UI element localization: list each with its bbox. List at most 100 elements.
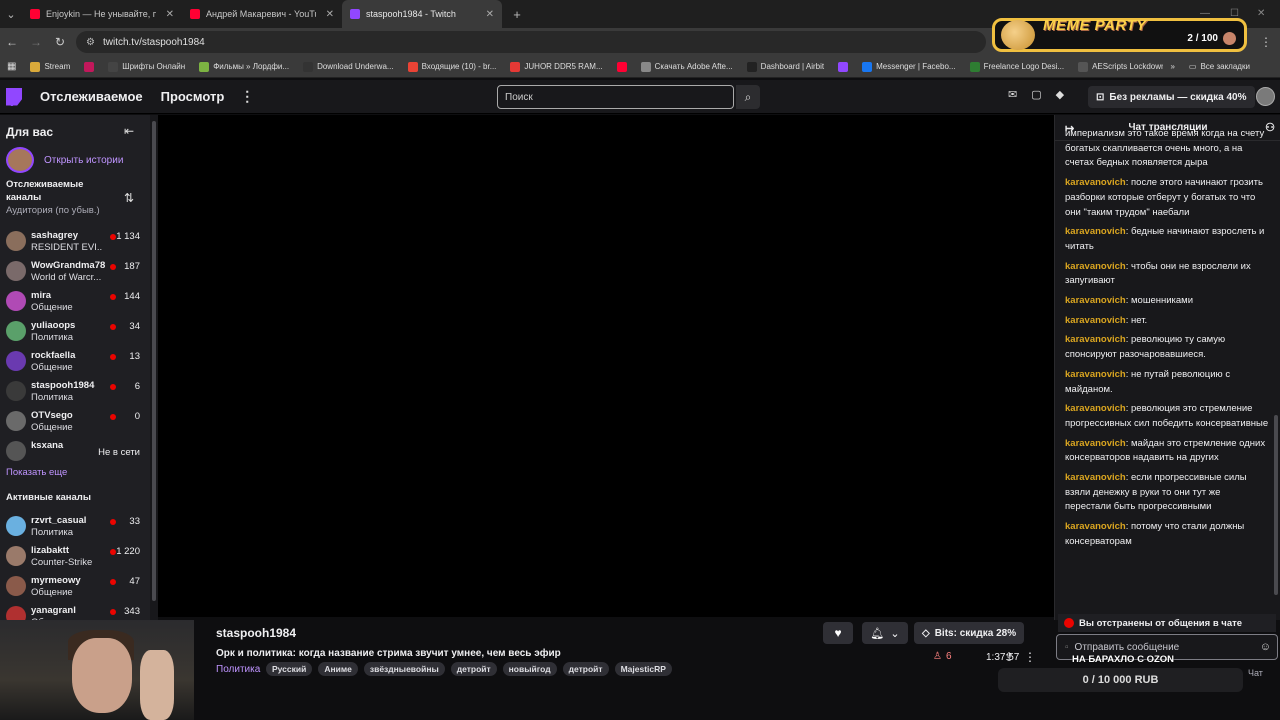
video-player[interactable] <box>158 115 1054 617</box>
sidebar-channel[interactable]: staspooh1984 Политика 6 <box>6 377 146 405</box>
reload-icon[interactable]: ↻ <box>48 35 72 49</box>
menu-kebab-icon[interactable]: ⋮ <box>1254 35 1278 49</box>
bookmark-favicon-icon <box>838 61 849 72</box>
stream-tag[interactable]: Русский <box>266 662 313 676</box>
all-bookmarks[interactable]: ▭ Все закладки <box>1182 62 1257 71</box>
sidebar-channel[interactable]: yanagranlОбщение 343 <box>6 602 146 620</box>
search-icon: ⌕ <box>744 89 752 104</box>
follow-button[interactable]: ♥ <box>823 622 853 644</box>
bookmark-item[interactable] <box>610 61 634 72</box>
bookmark-item[interactable]: AEScripts Lockdown... <box>1071 61 1163 72</box>
collapse-sidebar-icon[interactable]: ⇤ <box>124 124 134 138</box>
sidebar-scroll-thumb[interactable] <box>152 121 156 601</box>
forward-icon[interactable]: → <box>24 35 48 49</box>
bookmark-item[interactable]: Скачать Adobe Afte... <box>634 61 740 72</box>
chevron-down-icon: ⌄ <box>890 627 900 640</box>
close-tab-icon[interactable]: ✕ <box>326 9 334 20</box>
browser-tab[interactable]: staspooh1984 - Twitch ✕ <box>342 0 502 28</box>
stream-category[interactable]: Политика <box>216 664 260 675</box>
sidebar-channel[interactable]: lizabaktt Counter-Strike 1 220 <box>6 542 146 570</box>
more-options-icon[interactable]: ⋮ <box>1024 650 1036 664</box>
nav-following[interactable]: Отслеживаемое <box>40 89 143 104</box>
more-icon[interactable]: ⋮ <box>240 88 254 105</box>
search-button[interactable]: ⌕ <box>736 85 760 109</box>
share-icon[interactable]: ⇪ <box>1004 650 1014 664</box>
chat-scrollbar[interactable] <box>1274 415 1278 595</box>
sidebar-channel[interactable]: OTVsego Общение 0 <box>6 407 146 435</box>
user-avatar[interactable] <box>1256 87 1275 106</box>
stream-tag[interactable]: детройт <box>450 662 497 676</box>
bookmark-item[interactable]: Messenger | Facebo... <box>855 61 962 72</box>
chat-username[interactable]: karavanovich <box>1065 369 1126 380</box>
notifications-icon[interactable]: ◆ <box>1056 88 1064 101</box>
bookmark-item[interactable]: Dashboard | Airbit <box>740 61 831 72</box>
sidebar-channel[interactable]: ksxana Не в сети <box>6 437 146 465</box>
bookmark-item[interactable] <box>77 61 101 72</box>
stream-tag[interactable]: звёздныевойны <box>363 662 445 676</box>
sidebar-channel[interactable]: WowGrandma78 World of Warcr... 187 <box>6 257 146 285</box>
sidebar-channel[interactable]: yuliaoops Политика 34 <box>6 317 146 345</box>
bookmark-item[interactable]: Stream <box>23 61 77 72</box>
sidebar-channel[interactable]: mira Общение 144 <box>6 287 146 315</box>
browser-tab[interactable]: Enjoykin — Не унывайте, пац... ✕ <box>22 0 182 28</box>
chat-username[interactable]: karavanovich <box>1065 295 1126 306</box>
bookmark-item[interactable]: Download Underwa... <box>296 61 400 72</box>
browser-tab[interactable]: Андрей Макаревич - YouTube ✕ <box>182 0 342 28</box>
nav-browse[interactable]: Просмотр <box>161 89 225 104</box>
notification-button[interactable]: 🔔︎ ⌄ <box>862 622 908 644</box>
chat-username[interactable]: karavanovich <box>1065 438 1126 449</box>
sidebar-channel[interactable]: rockfaella Общение 13 <box>6 347 146 375</box>
sidebar-scrollbar[interactable] <box>150 115 158 620</box>
stream-tag[interactable]: Аниме <box>318 662 358 676</box>
bookmark-favicon-icon <box>616 61 627 72</box>
chat-button-label[interactable]: Чат <box>1248 668 1263 678</box>
bookmark-label: Фильмы » Лордфи... <box>213 62 290 71</box>
sidebar-channel[interactable]: myrmeowy Общение 47 <box>6 572 146 600</box>
address-bar[interactable]: ⚙ twitch.tv/staspooh1984 <box>76 31 986 53</box>
chat-username[interactable]: karavanovich <box>1065 177 1126 188</box>
bookmark-item[interactable]: Фильмы » Лордфи... <box>192 61 296 72</box>
chat-username[interactable]: karavanovich <box>1065 403 1126 414</box>
bookmark-item[interactable]: Freelance Logo Desi... <box>963 61 1072 72</box>
bookmarks-bar: ▦ Stream Шрифты Онлайн Фильмы » Лордфи... D… <box>0 56 1280 78</box>
show-more-link[interactable]: Показать еще <box>6 467 67 478</box>
sidebar-channel[interactable]: sashagrey RESIDENT EVI... 1 134 <box>6 227 146 255</box>
search-input[interactable]: Поиск <box>497 85 734 109</box>
sidebar-channel[interactable]: rzvrt_casual Политика 33 <box>6 512 146 540</box>
close-window-icon[interactable]: ✕ <box>1257 8 1265 19</box>
bookmark-item[interactable]: JUHOR DDR5 RAM... <box>503 61 609 72</box>
emoji-icon[interactable]: ☺ <box>1260 641 1271 653</box>
back-icon[interactable]: ← <box>0 35 24 49</box>
bookmark-item[interactable]: Входящие (10) - br... <box>401 61 504 72</box>
whispers-icon[interactable]: ▢ <box>1031 88 1041 101</box>
chat-username[interactable]: karavanovich <box>1065 472 1126 483</box>
tab-list-icon[interactable]: ⌄ <box>0 3 22 25</box>
stream-tag[interactable]: новыйгод <box>502 662 557 676</box>
bits-button[interactable]: ◇ Bits: скидка 28% <box>914 622 1025 644</box>
twitch-logo-icon[interactable] <box>6 87 22 106</box>
close-tab-icon[interactable]: ✕ <box>486 9 494 20</box>
chat-username[interactable]: karavanovich <box>1065 261 1126 272</box>
site-info-icon[interactable]: ⚙ <box>86 37 95 48</box>
close-tab-icon[interactable]: ✕ <box>166 9 174 20</box>
webcam-overlay <box>0 620 194 720</box>
apps-grid-icon[interactable]: ▦ <box>0 61 23 72</box>
no-ads-button[interactable]: ⊡ Без рекламы — скидка 40% <box>1088 86 1255 108</box>
stream-tag[interactable]: детройт <box>562 662 609 676</box>
stream-tag[interactable]: MajesticRP <box>614 662 672 676</box>
chat-input-icon: ▫ <box>1065 641 1069 653</box>
stories-row[interactable]: Открыть истории <box>6 147 123 173</box>
chat-username[interactable]: karavanovich <box>1065 226 1126 237</box>
new-tab-button[interactable]: + <box>506 3 528 25</box>
bookmark-item[interactable]: Шрифты Онлайн <box>101 61 192 72</box>
tab-favicon-icon <box>350 9 360 19</box>
streamer-name[interactable]: staspooh1984 <box>216 626 296 640</box>
inbox-icon[interactable]: ✉ <box>1008 88 1017 101</box>
chat-username[interactable]: karavanovich <box>1065 334 1126 345</box>
bookmarks-overflow-icon[interactable]: » <box>1163 62 1181 71</box>
sort-icon[interactable]: ⇅ <box>124 191 134 205</box>
chat-username[interactable]: karavanovich <box>1065 315 1126 326</box>
chat-username[interactable]: karavanovich <box>1065 521 1126 532</box>
bookmark-item[interactable] <box>831 61 855 72</box>
bits-label: Bits: скидка 28% <box>934 627 1017 639</box>
